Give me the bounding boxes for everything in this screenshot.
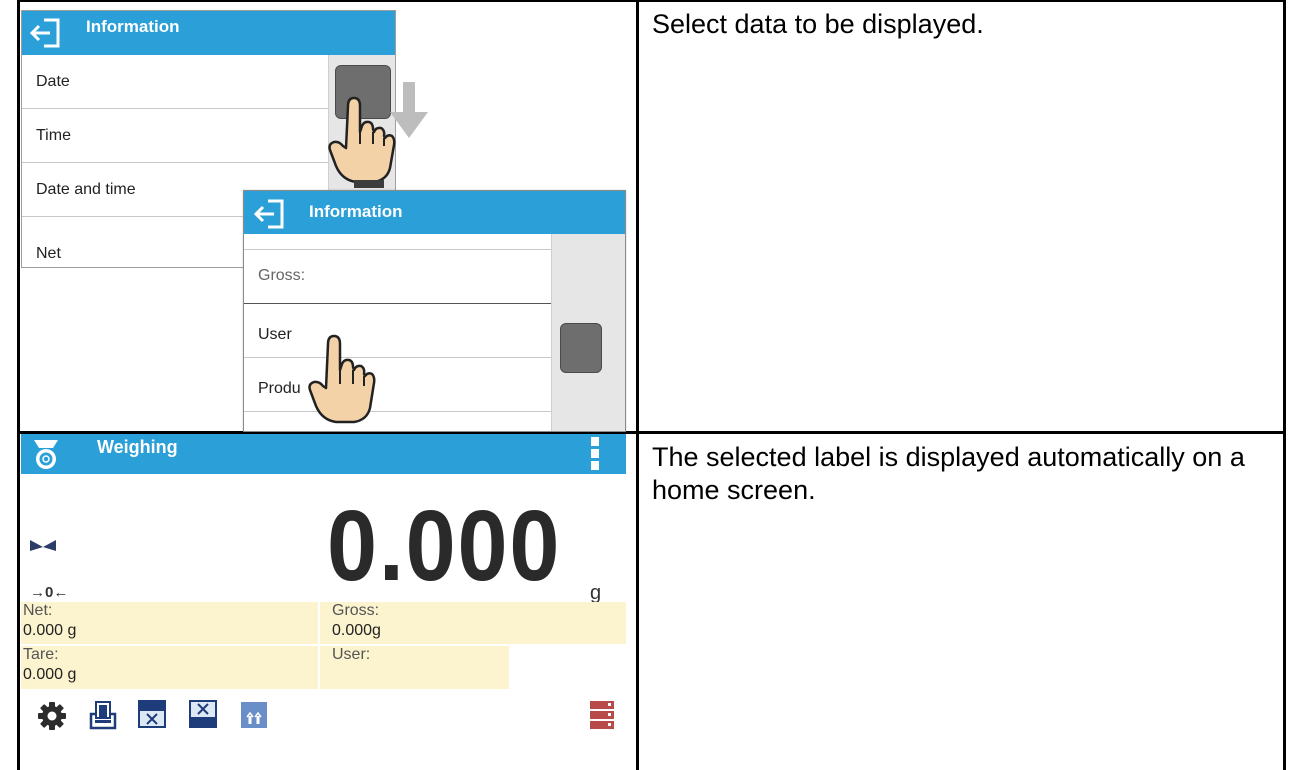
info-label-name: Gross: bbox=[332, 602, 380, 619]
screen-title: Information bbox=[86, 17, 180, 36]
weighing-mode-icon[interactable] bbox=[33, 438, 59, 470]
formula-icon[interactable] bbox=[138, 700, 166, 728]
list-item-label: Gross: bbox=[258, 267, 306, 284]
list-item-label: Date bbox=[36, 73, 70, 90]
info-label-name: Net: bbox=[23, 602, 53, 619]
table-border-top bbox=[17, 0, 1286, 2]
info-label-name: User: bbox=[332, 646, 371, 663]
info-label-tare[interactable]: Tare: 0.000 g bbox=[21, 646, 318, 689]
hand-pointer-icon bbox=[328, 96, 396, 188]
list-item-product[interactable]: Produ bbox=[244, 358, 551, 412]
info-label-user[interactable]: User: bbox=[320, 646, 509, 689]
screen-header: Weighing bbox=[21, 434, 626, 474]
weight-display: 0.000 bbox=[326, 490, 561, 602]
tare-icon[interactable] bbox=[89, 700, 117, 730]
list-item-label: Produ bbox=[258, 380, 301, 397]
gear-icon[interactable] bbox=[38, 702, 66, 730]
back-exit-icon[interactable] bbox=[252, 198, 288, 230]
list-item-label: Time bbox=[36, 127, 71, 144]
table-border-middle bbox=[636, 0, 639, 770]
screen-title: Weighing bbox=[97, 437, 178, 457]
screen-title: Information bbox=[309, 202, 403, 221]
screen-header: Information bbox=[244, 191, 625, 234]
step2-description: The selected label is displayed automati… bbox=[652, 442, 1245, 505]
formula-alt-icon[interactable] bbox=[189, 700, 217, 728]
screen-header: Information bbox=[22, 11, 395, 55]
list-item-label: Date and time bbox=[36, 181, 136, 198]
bar-chart-icon[interactable] bbox=[241, 702, 267, 728]
list-item-user[interactable]: User bbox=[244, 304, 551, 358]
list-item-top-partial[interactable] bbox=[244, 234, 551, 250]
information-screen-2: Information Gross: User Produ bbox=[243, 190, 626, 432]
list-item-label: Net bbox=[36, 245, 61, 262]
list-item-time[interactable]: Time bbox=[22, 109, 328, 163]
info-label-value: 0.000g bbox=[332, 622, 381, 639]
scrollbar[interactable] bbox=[551, 234, 625, 431]
table-border-right bbox=[1283, 0, 1286, 770]
database-icon[interactable] bbox=[589, 700, 615, 730]
zero-indicator: →0← bbox=[30, 584, 69, 601]
weighing-home-screen: Weighing →0← 0.000 g Net: 0.000 g Gross:… bbox=[21, 434, 626, 770]
table-border-left bbox=[17, 0, 20, 770]
info-label-net[interactable]: Net: 0.000 g bbox=[21, 602, 318, 644]
back-exit-icon[interactable] bbox=[28, 17, 64, 49]
hand-pointer-icon bbox=[308, 334, 376, 424]
list-item-gross[interactable]: Gross: bbox=[244, 250, 551, 304]
info-label-gross[interactable]: Gross: 0.000g bbox=[320, 602, 626, 644]
scroll-thumb[interactable] bbox=[560, 323, 602, 373]
info-label-value: 0.000 g bbox=[23, 666, 77, 683]
info-label-value: 0.000 g bbox=[23, 622, 77, 639]
list-item-date[interactable]: Date bbox=[22, 55, 328, 109]
list-item-label: User bbox=[258, 326, 292, 343]
more-options-icon[interactable] bbox=[589, 436, 601, 472]
step1-description: Select data to be displayed. bbox=[652, 9, 984, 39]
info-label-name: Tare: bbox=[23, 646, 59, 663]
stability-indicator-icon bbox=[30, 540, 56, 551]
